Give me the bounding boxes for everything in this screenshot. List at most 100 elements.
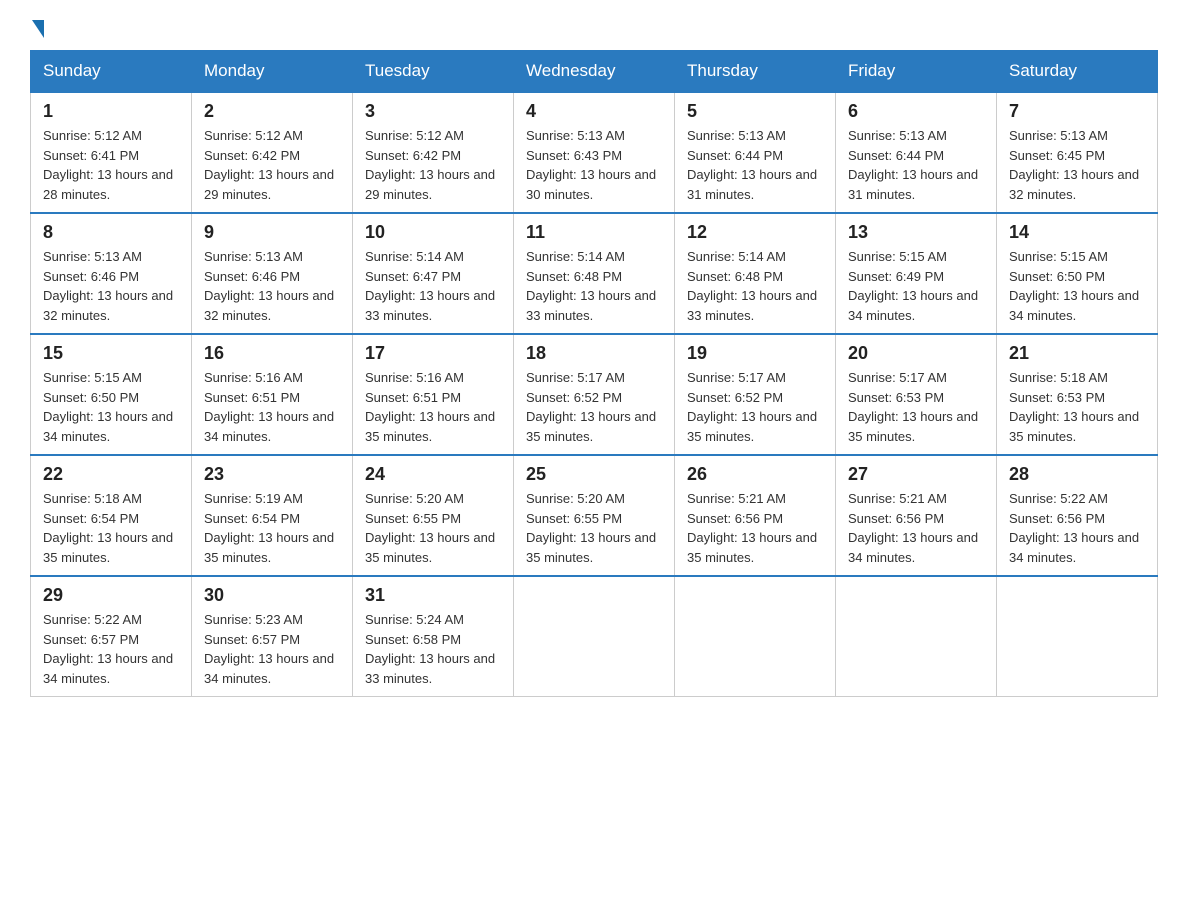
- day-info: Sunrise: 5:16 AMSunset: 6:51 PMDaylight:…: [204, 370, 334, 444]
- day-number: 28: [1009, 464, 1145, 485]
- day-info: Sunrise: 5:13 AMSunset: 6:44 PMDaylight:…: [687, 128, 817, 202]
- calendar-cell: 19 Sunrise: 5:17 AMSunset: 6:52 PMDaylig…: [675, 334, 836, 455]
- calendar-cell: 21 Sunrise: 5:18 AMSunset: 6:53 PMDaylig…: [997, 334, 1158, 455]
- day-number: 12: [687, 222, 823, 243]
- calendar-cell: 1 Sunrise: 5:12 AMSunset: 6:41 PMDayligh…: [31, 92, 192, 213]
- calendar-cell: 20 Sunrise: 5:17 AMSunset: 6:53 PMDaylig…: [836, 334, 997, 455]
- calendar-cell: 28 Sunrise: 5:22 AMSunset: 6:56 PMDaylig…: [997, 455, 1158, 576]
- col-header-saturday: Saturday: [997, 51, 1158, 93]
- calendar-cell: 17 Sunrise: 5:16 AMSunset: 6:51 PMDaylig…: [353, 334, 514, 455]
- calendar-cell: 26 Sunrise: 5:21 AMSunset: 6:56 PMDaylig…: [675, 455, 836, 576]
- day-number: 15: [43, 343, 179, 364]
- day-number: 2: [204, 101, 340, 122]
- calendar-cell: 14 Sunrise: 5:15 AMSunset: 6:50 PMDaylig…: [997, 213, 1158, 334]
- calendar-cell: 2 Sunrise: 5:12 AMSunset: 6:42 PMDayligh…: [192, 92, 353, 213]
- calendar-cell: 7 Sunrise: 5:13 AMSunset: 6:45 PMDayligh…: [997, 92, 1158, 213]
- day-info: Sunrise: 5:19 AMSunset: 6:54 PMDaylight:…: [204, 491, 334, 565]
- day-info: Sunrise: 5:21 AMSunset: 6:56 PMDaylight:…: [687, 491, 817, 565]
- calendar-cell: 31 Sunrise: 5:24 AMSunset: 6:58 PMDaylig…: [353, 576, 514, 697]
- calendar-cell: 15 Sunrise: 5:15 AMSunset: 6:50 PMDaylig…: [31, 334, 192, 455]
- day-number: 9: [204, 222, 340, 243]
- day-info: Sunrise: 5:14 AMSunset: 6:48 PMDaylight:…: [687, 249, 817, 323]
- day-info: Sunrise: 5:18 AMSunset: 6:54 PMDaylight:…: [43, 491, 173, 565]
- calendar-cell: 9 Sunrise: 5:13 AMSunset: 6:46 PMDayligh…: [192, 213, 353, 334]
- calendar-cell: 3 Sunrise: 5:12 AMSunset: 6:42 PMDayligh…: [353, 92, 514, 213]
- calendar-cell: 18 Sunrise: 5:17 AMSunset: 6:52 PMDaylig…: [514, 334, 675, 455]
- day-info: Sunrise: 5:21 AMSunset: 6:56 PMDaylight:…: [848, 491, 978, 565]
- calendar-cell: 22 Sunrise: 5:18 AMSunset: 6:54 PMDaylig…: [31, 455, 192, 576]
- calendar-week-row: 1 Sunrise: 5:12 AMSunset: 6:41 PMDayligh…: [31, 92, 1158, 213]
- day-number: 27: [848, 464, 984, 485]
- day-number: 8: [43, 222, 179, 243]
- logo-triangle-icon: [32, 20, 44, 38]
- day-number: 5: [687, 101, 823, 122]
- day-number: 1: [43, 101, 179, 122]
- col-header-friday: Friday: [836, 51, 997, 93]
- day-info: Sunrise: 5:18 AMSunset: 6:53 PMDaylight:…: [1009, 370, 1139, 444]
- day-number: 16: [204, 343, 340, 364]
- col-header-thursday: Thursday: [675, 51, 836, 93]
- calendar-cell: 6 Sunrise: 5:13 AMSunset: 6:44 PMDayligh…: [836, 92, 997, 213]
- day-number: 24: [365, 464, 501, 485]
- day-info: Sunrise: 5:14 AMSunset: 6:47 PMDaylight:…: [365, 249, 495, 323]
- day-number: 29: [43, 585, 179, 606]
- day-number: 19: [687, 343, 823, 364]
- calendar-table: SundayMondayTuesdayWednesdayThursdayFrid…: [30, 50, 1158, 697]
- calendar-cell: 4 Sunrise: 5:13 AMSunset: 6:43 PMDayligh…: [514, 92, 675, 213]
- calendar-cell: 25 Sunrise: 5:20 AMSunset: 6:55 PMDaylig…: [514, 455, 675, 576]
- day-info: Sunrise: 5:13 AMSunset: 6:43 PMDaylight:…: [526, 128, 656, 202]
- day-number: 11: [526, 222, 662, 243]
- logo: [30, 20, 44, 40]
- day-number: 20: [848, 343, 984, 364]
- day-info: Sunrise: 5:20 AMSunset: 6:55 PMDaylight:…: [526, 491, 656, 565]
- day-number: 17: [365, 343, 501, 364]
- day-info: Sunrise: 5:22 AMSunset: 6:57 PMDaylight:…: [43, 612, 173, 686]
- page-header: [30, 20, 1158, 40]
- day-info: Sunrise: 5:12 AMSunset: 6:41 PMDaylight:…: [43, 128, 173, 202]
- calendar-cell: [514, 576, 675, 697]
- day-number: 25: [526, 464, 662, 485]
- calendar-header-row: SundayMondayTuesdayWednesdayThursdayFrid…: [31, 51, 1158, 93]
- day-number: 31: [365, 585, 501, 606]
- day-info: Sunrise: 5:17 AMSunset: 6:52 PMDaylight:…: [526, 370, 656, 444]
- day-info: Sunrise: 5:13 AMSunset: 6:46 PMDaylight:…: [43, 249, 173, 323]
- day-number: 26: [687, 464, 823, 485]
- calendar-cell: 12 Sunrise: 5:14 AMSunset: 6:48 PMDaylig…: [675, 213, 836, 334]
- calendar-cell: 29 Sunrise: 5:22 AMSunset: 6:57 PMDaylig…: [31, 576, 192, 697]
- calendar-cell: 11 Sunrise: 5:14 AMSunset: 6:48 PMDaylig…: [514, 213, 675, 334]
- calendar-cell: 10 Sunrise: 5:14 AMSunset: 6:47 PMDaylig…: [353, 213, 514, 334]
- day-info: Sunrise: 5:15 AMSunset: 6:50 PMDaylight:…: [1009, 249, 1139, 323]
- day-number: 6: [848, 101, 984, 122]
- day-number: 3: [365, 101, 501, 122]
- day-info: Sunrise: 5:12 AMSunset: 6:42 PMDaylight:…: [204, 128, 334, 202]
- day-info: Sunrise: 5:15 AMSunset: 6:50 PMDaylight:…: [43, 370, 173, 444]
- day-info: Sunrise: 5:17 AMSunset: 6:52 PMDaylight:…: [687, 370, 817, 444]
- day-number: 7: [1009, 101, 1145, 122]
- calendar-cell: 30 Sunrise: 5:23 AMSunset: 6:57 PMDaylig…: [192, 576, 353, 697]
- day-info: Sunrise: 5:16 AMSunset: 6:51 PMDaylight:…: [365, 370, 495, 444]
- day-info: Sunrise: 5:22 AMSunset: 6:56 PMDaylight:…: [1009, 491, 1139, 565]
- calendar-cell: 5 Sunrise: 5:13 AMSunset: 6:44 PMDayligh…: [675, 92, 836, 213]
- day-number: 18: [526, 343, 662, 364]
- calendar-week-row: 22 Sunrise: 5:18 AMSunset: 6:54 PMDaylig…: [31, 455, 1158, 576]
- day-number: 4: [526, 101, 662, 122]
- calendar-cell: 24 Sunrise: 5:20 AMSunset: 6:55 PMDaylig…: [353, 455, 514, 576]
- col-header-monday: Monday: [192, 51, 353, 93]
- day-info: Sunrise: 5:13 AMSunset: 6:44 PMDaylight:…: [848, 128, 978, 202]
- col-header-sunday: Sunday: [31, 51, 192, 93]
- day-number: 21: [1009, 343, 1145, 364]
- calendar-cell: 23 Sunrise: 5:19 AMSunset: 6:54 PMDaylig…: [192, 455, 353, 576]
- day-info: Sunrise: 5:13 AMSunset: 6:46 PMDaylight:…: [204, 249, 334, 323]
- day-info: Sunrise: 5:15 AMSunset: 6:49 PMDaylight:…: [848, 249, 978, 323]
- day-info: Sunrise: 5:20 AMSunset: 6:55 PMDaylight:…: [365, 491, 495, 565]
- col-header-tuesday: Tuesday: [353, 51, 514, 93]
- calendar-cell: 13 Sunrise: 5:15 AMSunset: 6:49 PMDaylig…: [836, 213, 997, 334]
- day-info: Sunrise: 5:14 AMSunset: 6:48 PMDaylight:…: [526, 249, 656, 323]
- calendar-week-row: 29 Sunrise: 5:22 AMSunset: 6:57 PMDaylig…: [31, 576, 1158, 697]
- day-info: Sunrise: 5:17 AMSunset: 6:53 PMDaylight:…: [848, 370, 978, 444]
- day-number: 22: [43, 464, 179, 485]
- day-number: 14: [1009, 222, 1145, 243]
- day-info: Sunrise: 5:13 AMSunset: 6:45 PMDaylight:…: [1009, 128, 1139, 202]
- day-info: Sunrise: 5:23 AMSunset: 6:57 PMDaylight:…: [204, 612, 334, 686]
- calendar-week-row: 8 Sunrise: 5:13 AMSunset: 6:46 PMDayligh…: [31, 213, 1158, 334]
